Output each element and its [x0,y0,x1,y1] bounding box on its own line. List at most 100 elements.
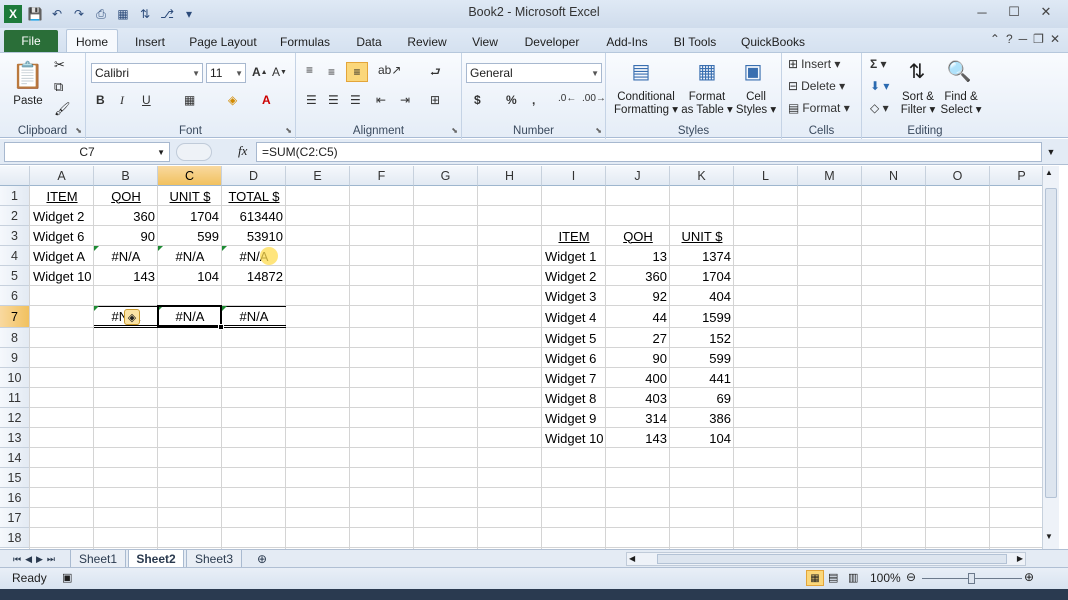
minimize-button[interactable]: ─ [966,2,998,22]
help-icon[interactable]: ? [1006,32,1013,46]
tab-developer[interactable]: Developer [520,32,584,52]
cell-k10[interactable]: 441 [670,368,734,388]
cell-a4[interactable]: Widget A [30,246,94,266]
sort-filter-button[interactable]: Sort & Filter ▾ [896,91,940,117]
page-layout-view-icon[interactable]: ▤ [828,571,838,584]
fill-handle[interactable] [218,324,224,330]
name-box[interactable]: C7 ▼ [4,142,170,162]
column-header-d[interactable]: D [222,166,286,186]
row-header-7[interactable]: 7 [0,306,30,328]
error-indicator-icon[interactable] [222,246,227,251]
vertical-scrollbar[interactable]: ▲ ▼ [1042,166,1059,549]
cell-i12[interactable]: Widget 9 [542,408,606,428]
cell-b2[interactable]: 360 [94,206,158,226]
cell-styles-button[interactable]: Cell Styles ▾ [734,91,778,117]
error-indicator-icon[interactable] [94,246,99,251]
insert-sheet-icon[interactable]: ⊕ [248,550,276,568]
fill-color-icon[interactable]: ◈ [228,93,237,107]
row-header-5[interactable]: 5 [0,266,30,286]
tab-review[interactable]: Review [404,32,450,52]
zoom-in-icon[interactable]: ⊕ [1024,570,1034,584]
scroll-left-icon[interactable]: ◀ [629,554,635,563]
cell-d3[interactable]: 53910 [222,226,286,246]
cell-j7[interactable]: 44 [606,306,670,328]
column-header-l[interactable]: L [734,166,798,186]
column-header-f[interactable]: F [350,166,414,186]
tab-quickbooks[interactable]: QuickBooks [736,32,810,52]
column-header-h[interactable]: H [478,166,542,186]
error-indicator-icon[interactable] [158,246,163,251]
error-indicator-icon[interactable] [94,306,99,311]
currency-button[interactable]: $ [474,93,481,107]
scroll-up-icon[interactable]: ▲ [1045,168,1053,177]
cell-j11[interactable]: 403 [606,388,670,408]
row-header-18[interactable]: 18 [0,528,30,548]
cut-icon[interactable]: ✂ [54,57,65,73]
cell-i6[interactable]: Widget 3 [542,286,606,306]
clipboard-launcher-icon[interactable]: ⬊ [75,126,82,135]
horizontal-scrollbar[interactable]: ◀ ▶ [626,552,1026,566]
font-name-combo[interactable]: Calibri ▼ [91,63,203,83]
minimize-ribbon-icon[interactable]: ⌃ [990,32,1000,46]
cell-k9[interactable]: 599 [670,348,734,368]
cell-k6[interactable]: 404 [670,286,734,306]
sheet-tab-3[interactable]: Sheet3 [186,550,242,568]
spreadsheet-grid[interactable]: A B C D E F G H I J K L M N O P 1 2 3 4 5 6 7 8 9 10 11 12 13 14 15 16 1… [0,166,1042,549]
clear-icon[interactable]: ◇ ▾ [870,101,889,115]
decrease-decimal-icon[interactable]: .00→ [582,93,606,104]
cell-k7[interactable]: 1599 [670,306,734,328]
align-center-icon[interactable]: ☰ [328,93,339,107]
select-all-corner[interactable] [0,166,30,186]
autosum-icon[interactable]: Σ ▾ [870,57,887,71]
cell-i8[interactable]: Widget 5 [542,328,606,348]
italic-button[interactable]: I [120,93,124,108]
increase-decimal-icon[interactable]: .0← [558,93,576,104]
tab-home[interactable]: Home [66,29,118,53]
conditional-formatting-button[interactable]: Conditional Formatting ▾ [608,91,684,117]
cell-a1[interactable]: ITEM [30,186,94,206]
column-header-m[interactable]: M [798,166,862,186]
row-header-9[interactable]: 9 [0,348,30,368]
paste-button[interactable]: Paste [8,95,48,108]
cell-c1[interactable]: UNIT $ [158,186,222,206]
cell-k8[interactable]: 152 [670,328,734,348]
cell-d1[interactable]: TOTAL $ [222,186,286,206]
format-cells-button[interactable]: ▤ Format ▾ [788,101,850,115]
format-as-table-button[interactable]: Format as Table ▾ [680,91,734,117]
font-color-icon[interactable]: A [262,93,271,107]
format-as-table-icon[interactable]: ▦ [694,57,720,85]
sheet-tab-2[interactable]: Sheet2 [128,550,184,568]
workbook-restore-icon[interactable]: ❐ [1033,32,1044,46]
column-header-p[interactable]: P [990,166,1042,186]
maximize-button[interactable]: ☐ [998,2,1030,22]
cell-i9[interactable]: Widget 6 [542,348,606,368]
find-select-button[interactable]: Find & Select ▾ [938,91,984,117]
column-header-c[interactable]: C [158,166,222,186]
row-header-12[interactable]: 12 [0,408,30,428]
row-header-6[interactable]: 6 [0,286,30,306]
cell-c4[interactable]: #N/A [158,246,222,266]
comma-button[interactable]: , [532,93,535,107]
cell-styles-icon[interactable]: ▣ [740,57,766,85]
formula-bar-expander[interactable] [176,143,212,161]
cell-k12[interactable]: 386 [670,408,734,428]
formula-input[interactable]: =SUM(C2:C5) [256,142,1042,162]
align-right-icon[interactable]: ☰ [350,93,361,107]
column-header-j[interactable]: J [606,166,670,186]
row-header-1[interactable]: 1 [0,186,30,206]
sort-filter-icon[interactable]: ⇅ [904,57,930,85]
column-header-e[interactable]: E [286,166,350,186]
cell-k4[interactable]: 1374 [670,246,734,266]
top-align-icon[interactable]: ≡ [306,63,313,77]
zoom-out-icon[interactable]: ⊖ [906,570,916,584]
cell-j8[interactable]: 27 [606,328,670,348]
column-header-n[interactable]: N [862,166,926,186]
column-header-b[interactable]: B [94,166,158,186]
cell-j3[interactable]: QOH [606,226,670,246]
expand-formula-icon[interactable]: ▼ [1044,143,1058,161]
wrap-text-icon[interactable]: ⮐ [430,63,441,84]
row-header-3[interactable]: 3 [0,226,30,246]
tab-page-layout[interactable]: Page Layout [186,32,260,52]
paste-icon[interactable]: 📋 [12,57,44,93]
error-indicator-icon[interactable] [222,306,227,311]
